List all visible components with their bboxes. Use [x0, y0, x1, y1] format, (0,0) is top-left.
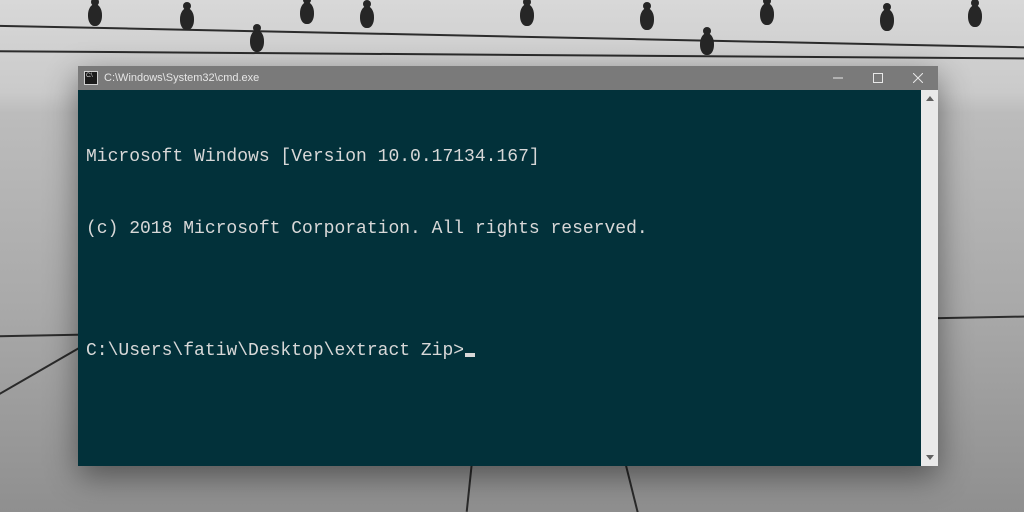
maximize-button[interactable] — [858, 66, 898, 90]
version-line: Microsoft Windows [Version 10.0.17134.16… — [86, 145, 913, 169]
scroll-up-button[interactable] — [921, 90, 938, 107]
prompt-line: C:\Users\fatiw\Desktop\extract Zip> — [86, 339, 913, 363]
window-title: C:\Windows\System32\cmd.exe — [104, 72, 259, 84]
close-button[interactable] — [898, 66, 938, 90]
minimize-icon — [833, 73, 843, 83]
cmd-window: C:\Windows\System32\cmd.exe Microsoft Wi… — [78, 66, 938, 466]
minimize-button[interactable] — [818, 66, 858, 90]
prompt-text: C:\Users\fatiw\Desktop\extract Zip> — [86, 339, 464, 363]
vertical-scrollbar[interactable] — [921, 90, 938, 466]
cursor — [465, 353, 475, 357]
close-icon — [913, 73, 923, 83]
chevron-down-icon — [926, 455, 934, 460]
chevron-up-icon — [926, 96, 934, 101]
titlebar[interactable]: C:\Windows\System32\cmd.exe — [78, 66, 938, 90]
maximize-icon — [873, 73, 883, 83]
scroll-down-button[interactable] — [921, 449, 938, 466]
terminal-output[interactable]: Microsoft Windows [Version 10.0.17134.16… — [78, 90, 921, 466]
copyright-line: (c) 2018 Microsoft Corporation. All righ… — [86, 217, 913, 241]
cmd-icon — [84, 71, 98, 85]
client-area: Microsoft Windows [Version 10.0.17134.16… — [78, 90, 938, 466]
